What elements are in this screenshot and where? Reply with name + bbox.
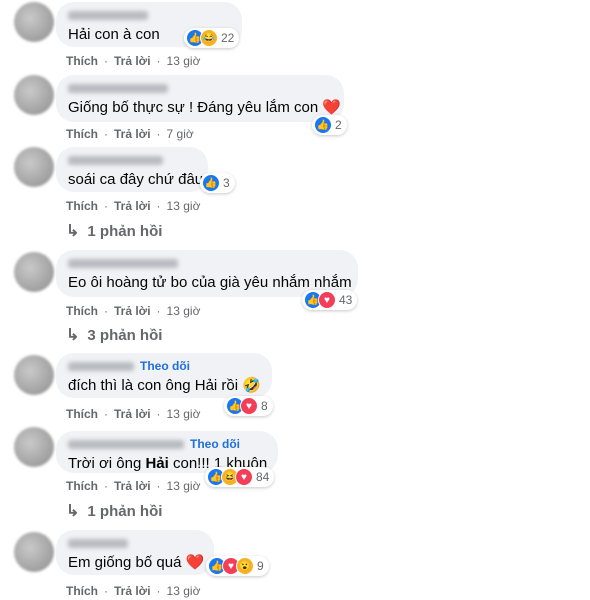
timestamp[interactable]: 13 giờ (167, 199, 201, 213)
avatar[interactable] (14, 2, 54, 42)
avatar[interactable] (14, 355, 54, 395)
separator-dot: · (156, 199, 161, 213)
separator-dot: · (156, 304, 161, 318)
comment-bubble: soái ca đây chứ đâu (56, 147, 208, 192)
like-link[interactable]: Thích (66, 304, 98, 318)
comment-actions: Thích · Trả lời · 13 giờ (66, 304, 200, 318)
reply-link[interactable]: Trả lời (114, 407, 151, 421)
timestamp[interactable]: 13 giờ (167, 407, 201, 421)
reply-link[interactable]: Trả lời (114, 54, 151, 68)
separator-dot: · (104, 584, 108, 598)
reaction-count: 8 (261, 399, 268, 413)
author-name-blurred[interactable] (68, 10, 148, 20)
wow-reaction-icon: 😮 (236, 557, 254, 575)
reaction-summary[interactable]: 👍 2 (312, 115, 347, 135)
timestamp[interactable]: 13 giờ (167, 54, 201, 68)
comment-bubble: Em giống bố quá ❤️ (56, 530, 214, 575)
reaction-count: 43 (339, 293, 353, 307)
reaction-count: 2 (335, 118, 342, 132)
comment-text-part: Trời ơi ông (68, 455, 146, 472)
reply-link[interactable]: Trả lời (114, 127, 151, 141)
separator-dot: · (156, 479, 161, 493)
replies-count: 3 phản hồi (87, 326, 163, 344)
author-name-blurred[interactable] (68, 155, 163, 165)
reaction-count: 9 (257, 559, 264, 573)
author-name-blurred[interactable] (68, 361, 134, 371)
comment-text: soái ca đây chứ đâu (68, 171, 204, 188)
comment-text-bold: Hải (145, 455, 169, 472)
reaction-summary[interactable]: 👍 😆 ♥ 84 (205, 467, 275, 487)
like-link[interactable]: Thích (66, 584, 98, 598)
comment-actions: Thích · Trả lời · 13 giờ (66, 407, 200, 421)
comment-actions: Thích · Trả lời · 13 giờ (66, 479, 200, 493)
reply-link[interactable]: Trả lời (114, 479, 151, 493)
separator-dot: · (156, 584, 161, 598)
like-link[interactable]: Thích (66, 199, 98, 213)
timestamp[interactable]: 7 giờ (167, 127, 194, 141)
view-replies-link[interactable]: ↳ 1 phản hồi (66, 221, 162, 241)
comment-bubble: Theo dõi đích thì là con ông Hải rồi 🤣 (56, 353, 272, 398)
reaction-summary[interactable]: 👍 ♥ 😮 9 (206, 556, 269, 576)
reaction-count: 3 (223, 176, 230, 190)
like-link[interactable]: Thích (66, 479, 98, 493)
heart-reaction-icon: ♥ (240, 397, 258, 415)
reaction-summary[interactable]: 👍 ♥ 43 (302, 290, 358, 310)
separator-dot: · (104, 407, 108, 421)
separator-dot: · (156, 127, 161, 141)
reply-arrow-icon: ↳ (66, 327, 80, 344)
avatar[interactable] (14, 147, 54, 187)
like-link[interactable]: Thích (66, 407, 98, 421)
follow-link[interactable]: Theo dõi (140, 359, 190, 373)
reaction-summary[interactable]: 👍 😂 22 (184, 28, 240, 48)
author-name-blurred[interactable] (68, 538, 128, 548)
heart-reaction-icon: ♥ (318, 291, 336, 309)
reply-link[interactable]: Trả lời (114, 199, 151, 213)
reply-link[interactable]: Trả lời (114, 584, 151, 598)
comment-actions: Thích · Trả lời · 13 giờ (66, 584, 200, 598)
separator-dot: · (156, 54, 161, 68)
comment-actions: Thích · Trả lời · 13 giờ (66, 199, 200, 213)
like-link[interactable]: Thích (66, 127, 98, 141)
comment-actions: Thích · Trả lời · 13 giờ (66, 54, 200, 68)
reply-arrow-icon: ↳ (66, 223, 80, 240)
avatar[interactable] (14, 532, 54, 572)
view-replies-link[interactable]: ↳ 1 phản hồi (66, 501, 162, 521)
comment-text: Giống bố thực sự ! Đáng yêu lắm con ❤️ (68, 99, 342, 116)
like-reaction-icon: 👍 (314, 116, 332, 134)
reply-link[interactable]: Trả lời (114, 304, 151, 318)
reaction-summary[interactable]: 👍 ♥ 8 (224, 396, 273, 416)
comment-text: Eo ôi hoàng tử bo của già yêu nhắm nhắm (68, 274, 352, 291)
follow-link[interactable]: Theo dõi (190, 437, 240, 451)
comment-text: đích thì là con ông Hải rồi 🤣 (68, 377, 261, 394)
author-name-blurred[interactable] (68, 439, 184, 449)
separator-dot: · (104, 304, 108, 318)
replies-count: 1 phản hồi (87, 502, 163, 520)
separator-dot: · (104, 127, 108, 141)
separator-dot: · (104, 54, 108, 68)
separator-dot: · (104, 199, 108, 213)
avatar[interactable] (14, 427, 54, 467)
comment-bubble: Giống bố thực sự ! Đáng yêu lắm con ❤️ (56, 75, 344, 122)
replies-count: 1 phản hồi (87, 222, 163, 240)
reaction-count: 22 (221, 31, 235, 45)
timestamp[interactable]: 13 giờ (167, 304, 201, 318)
reaction-summary[interactable]: 👍 3 (200, 173, 235, 193)
heart-reaction-icon: ♥ (235, 468, 253, 486)
author-name-blurred[interactable] (68, 83, 168, 93)
comment-actions: Thích · Trả lời · 7 giờ (66, 127, 194, 141)
comment-text: Em giống bố quá ❤️ (68, 554, 205, 571)
like-reaction-icon: 👍 (202, 174, 220, 192)
timestamp[interactable]: 13 giờ (167, 479, 201, 493)
separator-dot: · (104, 479, 108, 493)
author-name-blurred[interactable] (68, 258, 178, 268)
separator-dot: · (156, 407, 161, 421)
avatar[interactable] (14, 75, 54, 115)
reply-arrow-icon: ↳ (66, 503, 80, 520)
avatar[interactable] (14, 252, 54, 292)
laugh-reaction-icon: 😂 (200, 29, 218, 47)
reaction-count: 84 (256, 470, 270, 484)
view-replies-link[interactable]: ↳ 3 phản hồi (66, 325, 162, 345)
like-link[interactable]: Thích (66, 54, 98, 68)
timestamp[interactable]: 13 giờ (167, 584, 201, 598)
